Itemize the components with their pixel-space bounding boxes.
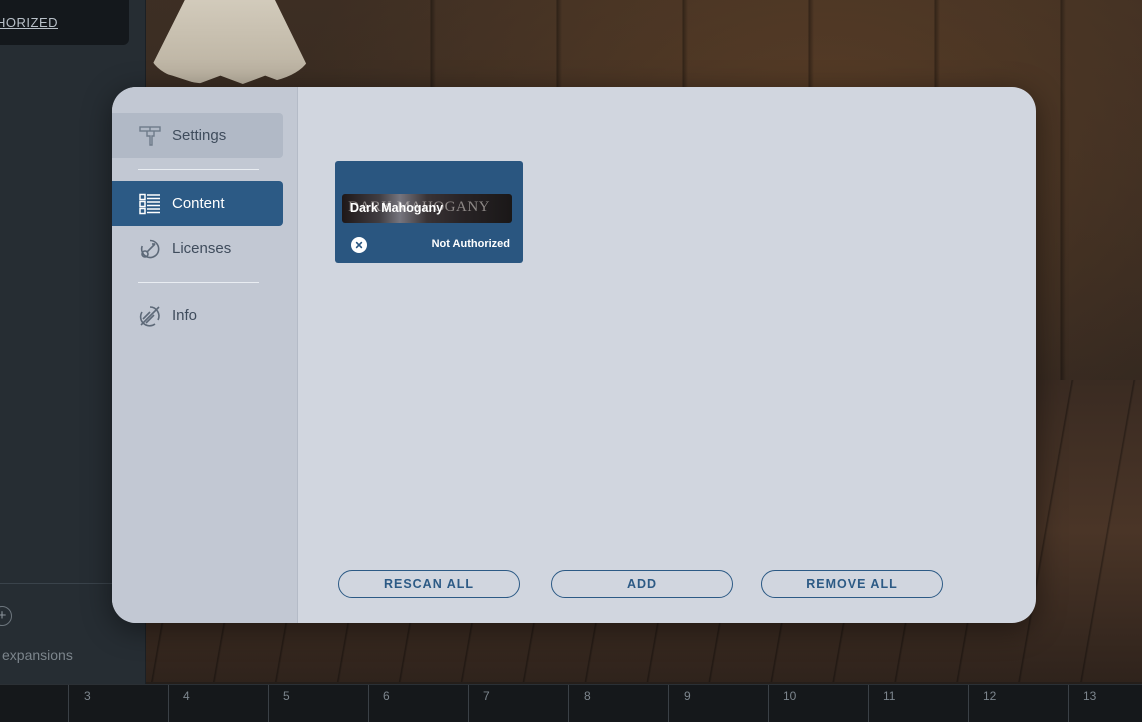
sidebar-divider [138, 169, 259, 170]
background-authorization-badge[interactable]: HORIZED [0, 0, 129, 45]
ruler-tick [268, 685, 269, 722]
ruler-number: 13 [1083, 689, 1097, 703]
ruler-tick [568, 685, 569, 722]
sidebar-item-info[interactable]: Info [112, 293, 283, 338]
sidebar-item-licenses[interactable]: Licenses [112, 226, 283, 271]
ruler-tick [768, 685, 769, 722]
close-icon[interactable] [351, 237, 367, 253]
ruler-tick [368, 685, 369, 722]
ruler-tick [468, 685, 469, 722]
ruler-tick [1068, 685, 1069, 722]
ruler-number: 5 [283, 689, 290, 703]
sidebar: Settings Content Licenses Info [112, 87, 298, 623]
ruler-tick [668, 685, 669, 722]
card-banner-image: DARK MAHOGANY Dark Mahogany [342, 194, 512, 223]
ruler-number: 4 [183, 689, 190, 703]
ruler-tick [68, 685, 69, 722]
sidebar-item-label: Content [172, 195, 225, 212]
sidebar-divider [138, 282, 259, 283]
ruler-tick [868, 685, 869, 722]
ruler-number: 10 [783, 689, 797, 703]
content-area: DARK MAHOGANY Dark Mahogany Not Authoriz… [298, 87, 1036, 623]
expansions-label[interactable]: expansions [2, 647, 73, 663]
card-title: Dark Mahogany [350, 201, 444, 215]
add-expansion-icon[interactable]: + [0, 606, 12, 626]
ruler-tick [168, 685, 169, 722]
timeline-ruler[interactable]: 3 4 5 6 7 8 9 10 11 12 13 [0, 684, 1142, 722]
content-manager-dialog: Settings Content Licenses Info DARK MAHO… [112, 87, 1036, 623]
sidebar-item-content[interactable]: Content [112, 181, 283, 226]
ruler-number: 11 [883, 689, 896, 703]
ruler-number: 7 [483, 689, 490, 703]
sidebar-item-label: Licenses [172, 240, 232, 257]
sidebar-item-settings[interactable]: Settings [112, 113, 283, 158]
ruler-number: 6 [383, 689, 390, 703]
ruler-tick [968, 685, 969, 722]
info-icon [138, 304, 162, 328]
content-list-icon [138, 192, 162, 216]
ruler-number: 3 [84, 689, 91, 703]
content-card-dark-mahogany[interactable]: DARK MAHOGANY Dark Mahogany Not Authoriz… [335, 161, 523, 263]
rescan-all-button[interactable]: RESCAN ALL [338, 570, 520, 598]
sidebar-item-label: Info [172, 307, 198, 324]
add-button[interactable]: ADD [551, 570, 733, 598]
licenses-icon [138, 237, 162, 261]
remove-all-button[interactable]: REMOVE ALL [761, 570, 943, 598]
ruler-number: 12 [983, 689, 997, 703]
ruler-number: 8 [584, 689, 591, 703]
status-badge: Not Authorized [431, 238, 510, 250]
settings-icon [138, 124, 162, 148]
sidebar-item-label: Settings [172, 127, 227, 144]
ruler-number: 9 [684, 689, 691, 703]
